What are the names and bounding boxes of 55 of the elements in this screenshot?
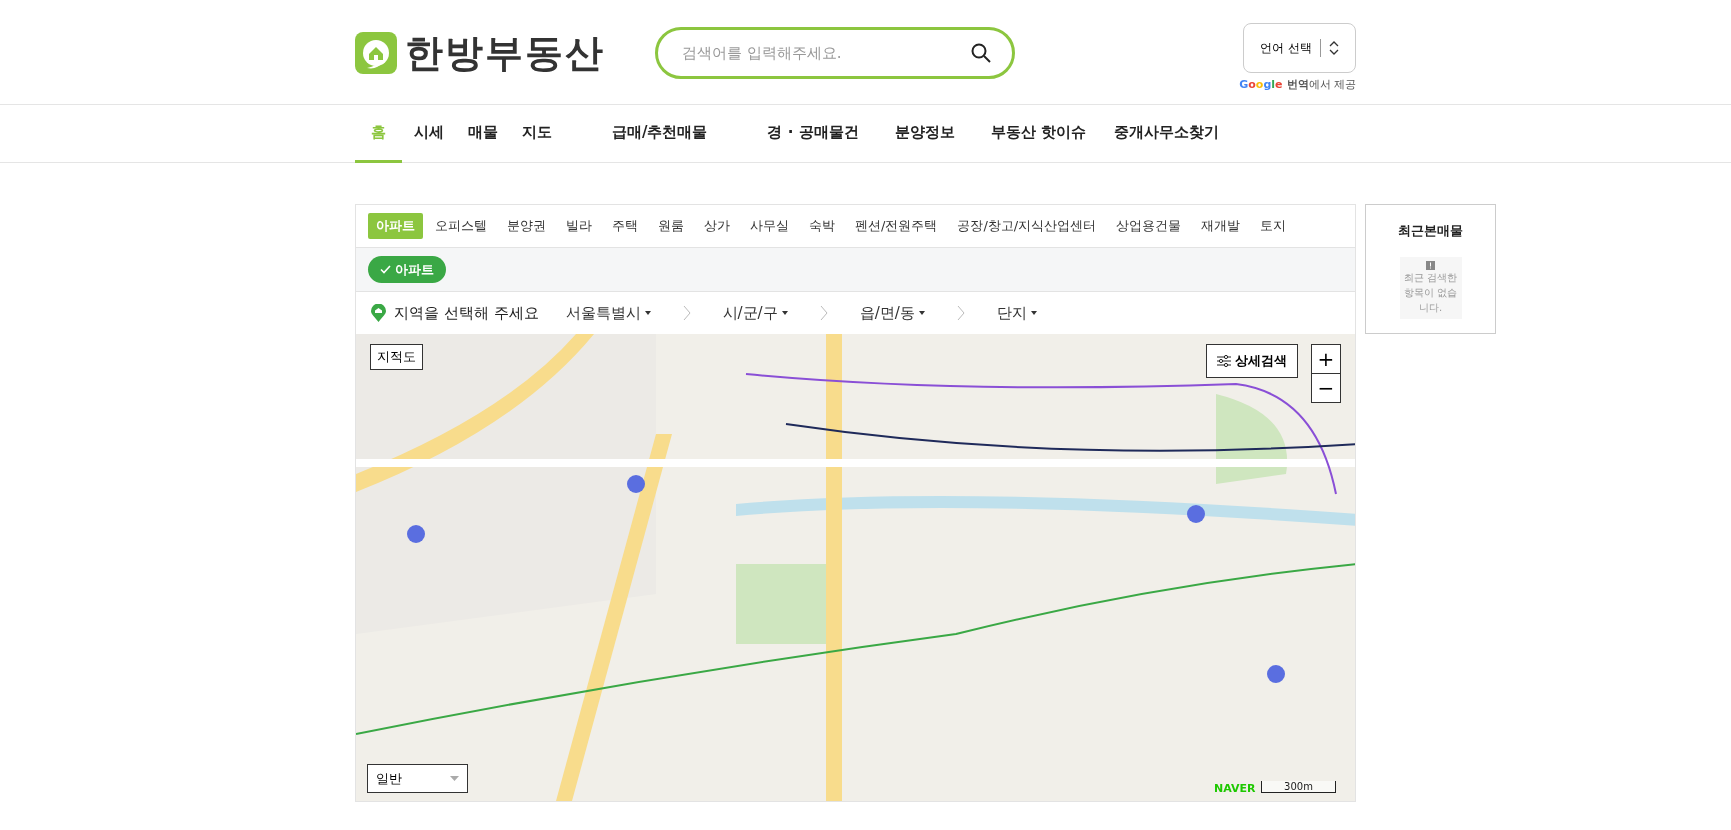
logo-icon (355, 31, 397, 74)
caret-icon (918, 311, 925, 315)
logo-text[interactable]: 한방부동산 (405, 33, 605, 72)
category-tab[interactable]: 분양권 (499, 213, 554, 239)
search-icon[interactable] (971, 42, 991, 63)
detail-search-button[interactable]: 상세검색 (1206, 344, 1298, 378)
nav-tab[interactable]: 중개사무소찾기 (1101, 105, 1231, 163)
category-tab[interactable]: 토지 (1252, 213, 1295, 239)
category-tab[interactable]: 원룸 (650, 213, 692, 239)
notice-icon (1426, 260, 1435, 270)
category-tab[interactable]: 상가 (696, 213, 738, 239)
category-tab[interactable]: 숙박 (801, 213, 843, 239)
category-tab[interactable]: 상업용건물 (1108, 213, 1190, 239)
region-select[interactable]: 읍/면/동 (859, 301, 925, 325)
nav-tab[interactable]: 분양정보 (882, 105, 967, 163)
caret-icon (1030, 311, 1037, 315)
nav-tab[interactable]: 경 · 공매물건 (755, 105, 871, 163)
region-select[interactable]: 서울특별시 (565, 301, 651, 325)
location-pin-icon (371, 304, 386, 322)
map-type-select[interactable]: 일반 (367, 764, 468, 793)
caret-icon (644, 311, 651, 315)
nav-tab[interactable]: 시세 (402, 105, 456, 163)
empty-message: 최근 검색한 항목이 없습니다. (1402, 270, 1459, 315)
region-select[interactable]: 시/군/구 (722, 301, 788, 325)
category-tab[interactable]: 펜션/전원주택 (847, 213, 946, 239)
region-prompt: 지역을 선택해 주세요 (394, 302, 539, 324)
zoom-out-button[interactable]: − (1311, 373, 1341, 403)
language-select[interactable]: 언어 선택 (1243, 23, 1356, 74)
region-select[interactable]: 단지 (996, 301, 1037, 325)
category-tab[interactable]: 사무실 (742, 213, 797, 239)
chevron-right-icon (956, 305, 965, 321)
map-brand-logo: NAVER (1214, 781, 1256, 797)
caret-icon (781, 311, 788, 315)
caret-icon (450, 776, 459, 781)
check-icon (380, 265, 391, 274)
filter-icon (1217, 354, 1231, 367)
panel-title: 최근본매물 (1398, 222, 1463, 240)
zoom-in-button[interactable]: + (1311, 344, 1341, 374)
category-tab[interactable]: 재개발 (1193, 213, 1249, 239)
nav-tab[interactable]: 매물 (456, 105, 510, 163)
category-tab[interactable]: 오피스텔 (427, 213, 495, 239)
credit-text: 번역에서 제공 (1286, 77, 1356, 94)
google-logo: Google (1239, 77, 1283, 94)
search-field[interactable]: 검색어를 입력해주세요. (655, 26, 1015, 79)
category-tab[interactable]: 주택 (604, 213, 646, 239)
chevron-right-icon (682, 305, 691, 321)
up-down-icon (1328, 40, 1339, 57)
chevron-right-icon (819, 305, 828, 321)
scale-bar: 300m (1261, 781, 1336, 793)
nav-tab[interactable]: 지도 (510, 105, 564, 163)
nav-tab[interactable]: 급매/추천매물 (600, 105, 720, 163)
cadastral-map-button[interactable]: 지적도 (370, 344, 423, 370)
nav-tab[interactable]: 부동산 핫이슈 (978, 105, 1098, 163)
category-tab[interactable]: 공장/창고/지식산업센터 (949, 213, 1105, 239)
category-tab[interactable]: 빌라 (558, 213, 600, 239)
